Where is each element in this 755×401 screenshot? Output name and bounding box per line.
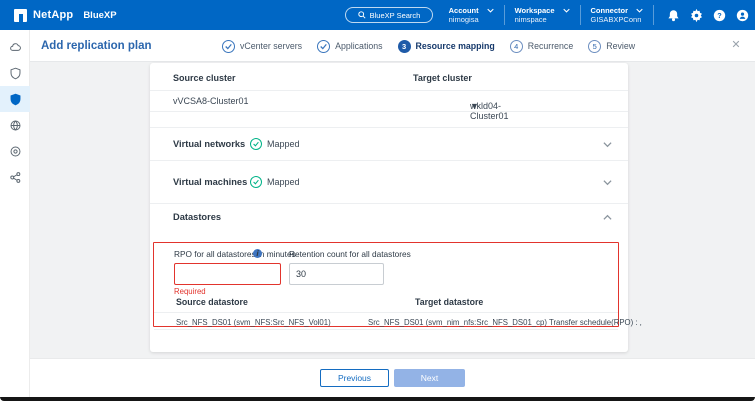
page-title: Add replication plan — [41, 40, 152, 52]
cluster-header-row: Source cluster Target cluster — [150, 63, 628, 91]
connector-menu-value: GISABXPConn — [591, 15, 644, 24]
spacer — [150, 112, 628, 127]
account-menu[interactable]: Account nimogisa — [439, 5, 504, 25]
workspace-menu-label: Workspace — [515, 6, 555, 15]
shield-filled-icon — [9, 93, 22, 106]
bell-icon[interactable] — [666, 8, 680, 22]
sidebar-item-extensions[interactable] — [0, 138, 30, 164]
workspace-menu-value: nimspace — [515, 15, 570, 24]
gear-ring-icon — [9, 145, 22, 158]
resource-mapping-card: Source cluster Target cluster vVCSA8-Clu… — [150, 63, 628, 352]
rpo-label: RPO for all datastores in minutes — [174, 249, 296, 259]
datastores-rpo-panel: RPO for all datastores in minutes i Rete… — [153, 242, 619, 327]
rpo-label-row: RPO for all datastores in minutes i Rete… — [154, 249, 618, 260]
shield-outline-icon — [9, 67, 22, 80]
connector-menu-label: Connector — [591, 6, 629, 15]
chevron-down-icon — [487, 7, 494, 14]
rpo-input[interactable] — [174, 263, 281, 285]
check-circle-icon — [253, 179, 259, 185]
account-menu-label: Account — [449, 6, 479, 15]
svg-text:?: ? — [717, 10, 722, 19]
connector-menu[interactable]: Connector GISABXPConn — [580, 5, 654, 25]
chevron-down-icon[interactable] — [603, 178, 612, 187]
netapp-logo[interactable]: NetApp BlueXP — [14, 9, 117, 22]
check-icon — [320, 43, 327, 50]
user-icon[interactable] — [735, 8, 749, 22]
search-icon — [358, 11, 366, 19]
chevron-down-icon — [563, 7, 570, 14]
target-cluster-header: Target cluster — [413, 73, 472, 83]
source-datastore-header: Source datastore — [176, 297, 248, 307]
step-applications[interactable]: Applications — [317, 40, 382, 53]
step-recurrence[interactable]: 4 Recurrence — [510, 40, 573, 53]
source-datastore-value: Src_NFS_DS01 (svm_NFS:Src_NFS_Vol01) — [176, 318, 331, 327]
source-cluster-value: vVCSA8-Cluster01 — [173, 96, 249, 106]
target-datastore-value: Src_NFS_DS01 (svm_nim_nfs:Src_NFS_DS01_c… — [368, 318, 642, 327]
check-icon — [225, 43, 232, 50]
chevron-down-icon — [636, 7, 643, 14]
nav-sidebar — [0, 30, 30, 397]
help-icon[interactable]: ? — [712, 8, 726, 22]
top-icon-group: ? — [653, 5, 749, 25]
step-resource-mapping[interactable]: 3 Resource mapping — [398, 40, 495, 53]
virtual-networks-section[interactable]: Virtual networks Mapped — [150, 127, 628, 160]
share-nodes-icon — [9, 171, 22, 184]
netapp-logo-icon — [14, 9, 27, 22]
sidebar-item-storage[interactable] — [0, 34, 30, 60]
globe-sync-icon — [9, 119, 22, 132]
sidebar-item-mobility[interactable] — [0, 112, 30, 138]
workspace-menu[interactable]: Workspace nimspace — [504, 5, 580, 25]
wizard-header: Add replication plan vCenter servers App… — [30, 30, 755, 62]
sidebar-item-governance[interactable] — [0, 164, 30, 190]
source-cluster-header: Source cluster — [173, 73, 236, 83]
wizard-footer: Previous Next — [30, 358, 755, 397]
cloud-icon — [9, 41, 22, 54]
retention-input[interactable] — [289, 263, 384, 285]
previous-button[interactable]: Previous — [320, 369, 389, 387]
datastore-table-row: Src_NFS_DS01 (svm_NFS:Src_NFS_Vol01) Src… — [154, 312, 618, 330]
brand-name: NetApp — [33, 9, 73, 21]
datastores-section-header[interactable]: Datastores — [150, 203, 628, 230]
next-button[interactable]: Next — [394, 369, 465, 387]
wizard-stepper: vCenter servers Applications 3 Resource … — [222, 30, 635, 62]
virtual-networks-status: Mapped — [250, 138, 300, 150]
sidebar-item-protection[interactable] — [0, 86, 30, 112]
search-label: BlueXP Search — [370, 11, 421, 20]
bluexp-search[interactable]: BlueXP Search — [345, 7, 433, 23]
step-review[interactable]: 5 Review — [588, 40, 635, 53]
rpo-input-row — [154, 263, 618, 285]
chevron-up-icon[interactable] — [603, 213, 612, 222]
gear-icon[interactable] — [689, 8, 703, 22]
top-bar-right: Account nimogisa Workspace nimspace Conn… — [439, 0, 749, 30]
target-datastore-header: Target datastore — [415, 297, 483, 307]
account-menu-value: nimogisa — [449, 15, 494, 24]
retention-label: Retention count for all datastores — [289, 249, 411, 259]
top-app-bar: NetApp BlueXP BlueXP Search Account nimo… — [0, 0, 755, 30]
sidebar-item-health[interactable] — [0, 60, 30, 86]
step-vcenter-servers[interactable]: vCenter servers — [222, 40, 302, 53]
check-circle-icon — [253, 141, 259, 147]
datastore-table-header: Source datastore Target datastore — [154, 297, 618, 310]
caret-down-icon: ▼ — [470, 101, 479, 111]
cluster-value-row: vVCSA8-Cluster01 wkld04-Cluster01 ▼ — [150, 91, 628, 112]
close-icon[interactable]: ✕ — [730, 39, 742, 51]
virtual-machines-section[interactable]: Virtual machines Mapped — [150, 160, 628, 203]
window-edge — [0, 397, 755, 401]
product-name: BlueXP — [83, 10, 116, 21]
info-icon[interactable]: i — [253, 249, 262, 258]
virtual-machines-status: Mapped — [250, 176, 300, 188]
chevron-down-icon[interactable] — [603, 140, 612, 149]
content-area: Source cluster Target cluster vVCSA8-Clu… — [30, 62, 755, 358]
required-error-text: Required — [174, 287, 618, 296]
